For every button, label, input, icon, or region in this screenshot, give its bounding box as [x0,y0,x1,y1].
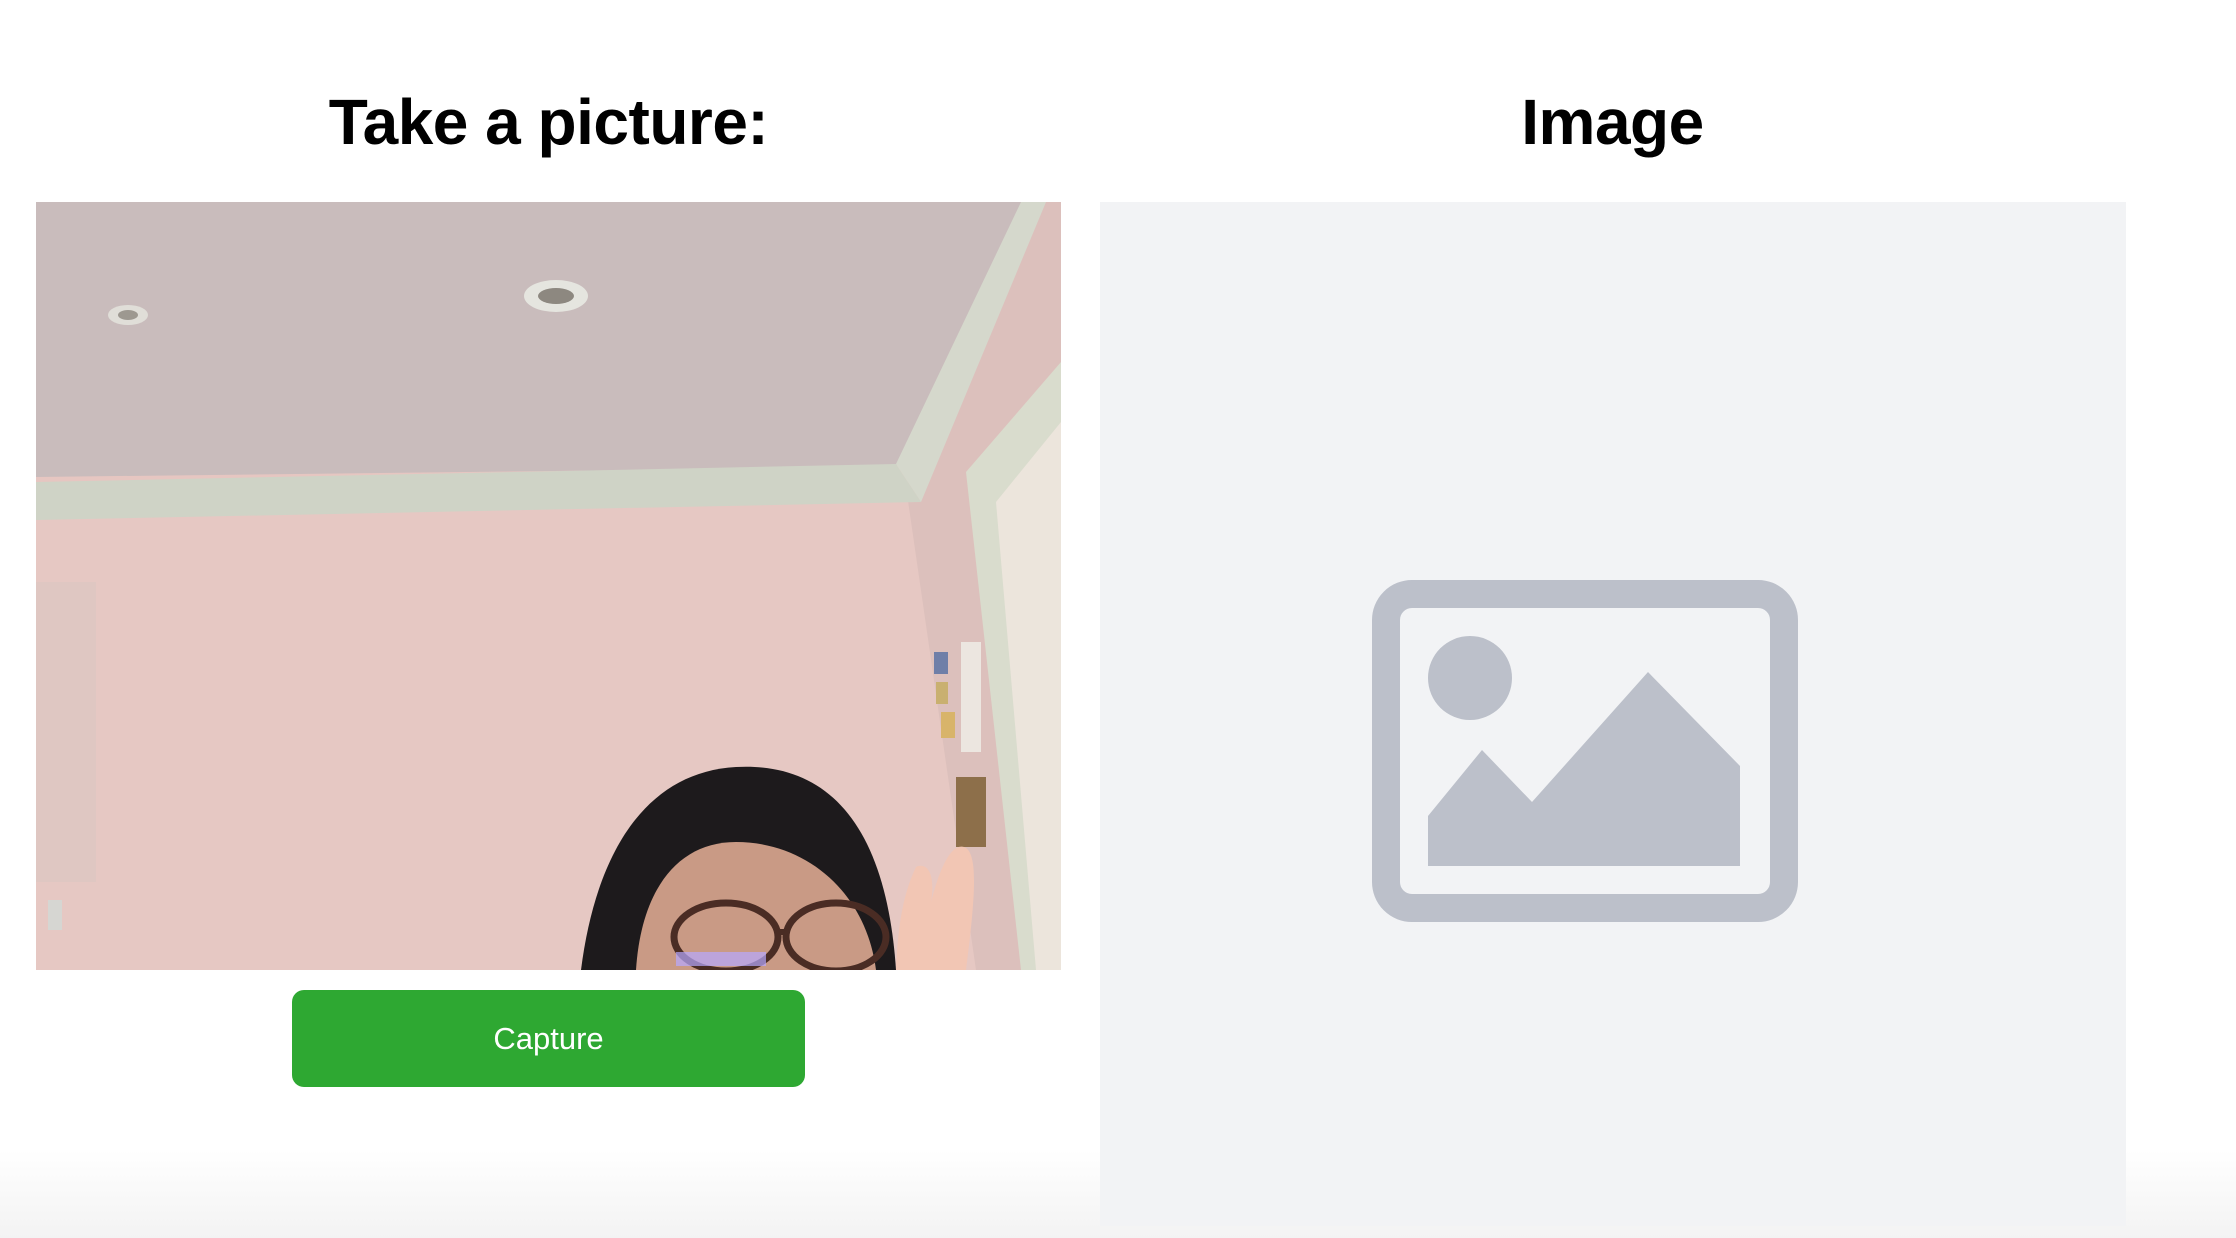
capture-button[interactable]: Capture [292,990,805,1087]
webcam-video-feed [36,202,1061,970]
take-picture-heading: Take a picture: [328,86,769,158]
image-placeholder-icon [1372,580,1798,922]
captured-image-panel [1100,202,2126,1226]
image-heading: Image [1521,86,1704,158]
page: Take a picture: Image Capture [0,0,2236,1238]
